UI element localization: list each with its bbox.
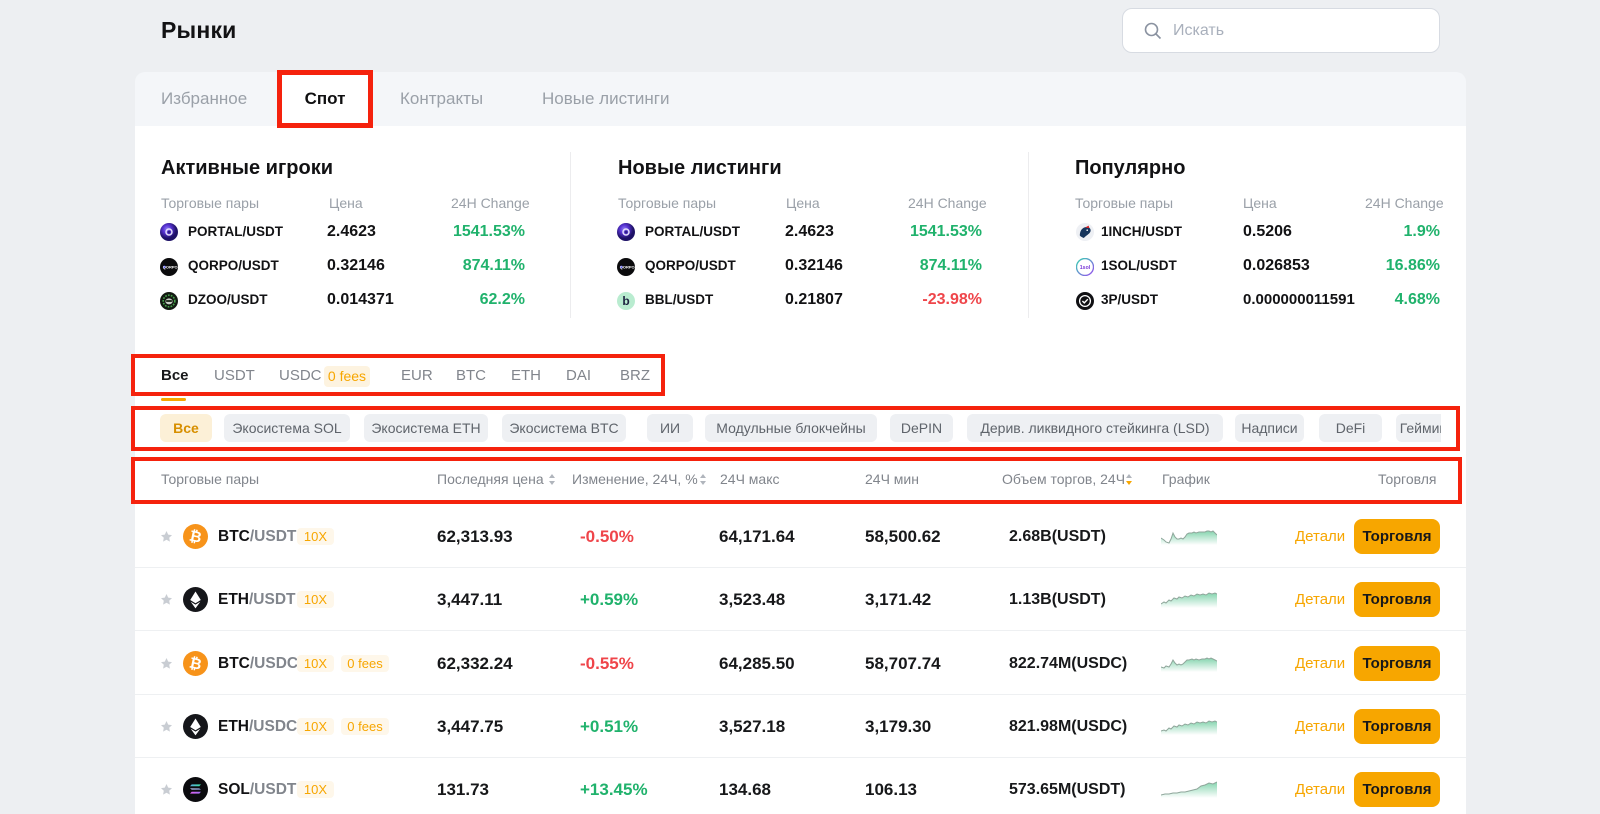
svg-text:QORPO: QORPO xyxy=(163,265,178,270)
svg-text:b: b xyxy=(622,294,629,308)
svg-text:QORPO: QORPO xyxy=(620,265,635,270)
svg-text:1sol: 1sol xyxy=(1080,265,1091,271)
